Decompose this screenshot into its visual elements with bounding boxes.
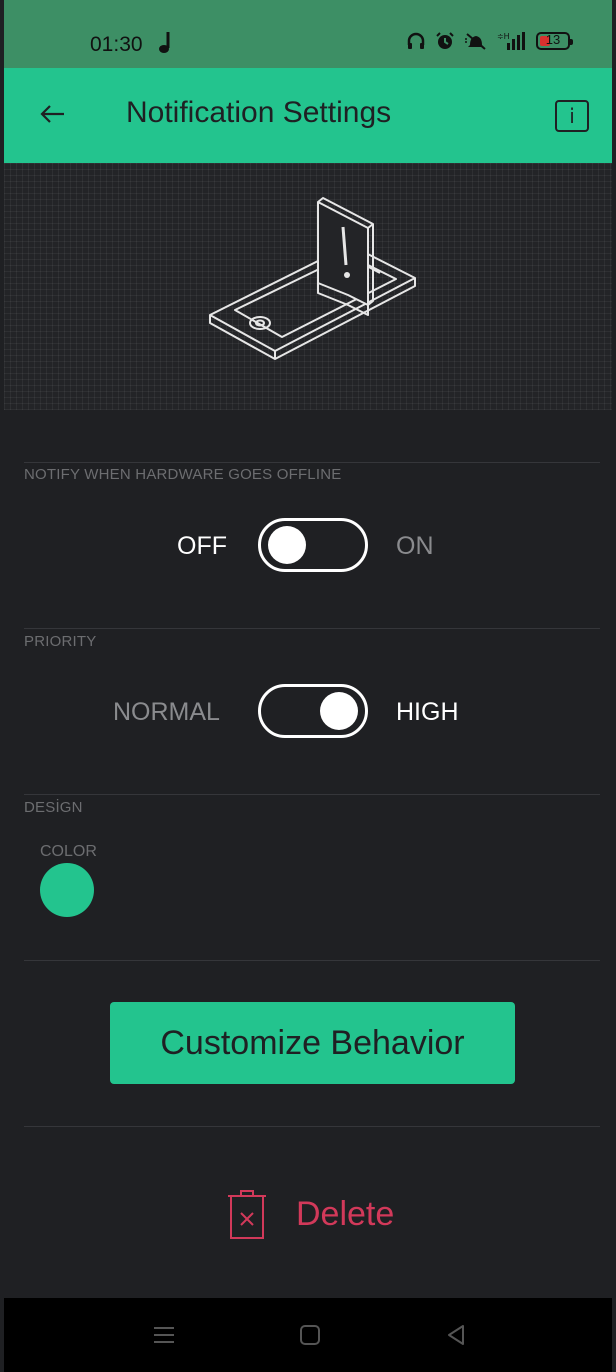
battery-icon: 13 xyxy=(536,32,573,50)
priority-switch-row: NORMAL HIGH xyxy=(4,684,612,744)
on-label: ON xyxy=(396,532,434,560)
delete-label: Delete xyxy=(296,1194,395,1233)
divider xyxy=(24,1126,600,1127)
high-label: HIGH xyxy=(396,698,459,726)
divider xyxy=(24,462,600,463)
battery-level: 13 xyxy=(545,32,561,47)
delete-button[interactable]: Delete xyxy=(226,1186,394,1242)
page-title: Notification Settings xyxy=(126,96,392,129)
customize-behavior-label: Customize Behavior xyxy=(160,1023,465,1062)
divider xyxy=(24,794,600,795)
section-label-offline: NOTIFY WHEN HARDWARE GOES OFFLINE xyxy=(24,466,342,483)
toggle-knob xyxy=(268,526,306,564)
section-label-design: DESİGN xyxy=(24,799,83,816)
home-icon[interactable] xyxy=(298,1323,322,1347)
hero-illustration xyxy=(4,163,612,410)
headphones-icon xyxy=(407,32,425,49)
app-screen: 01:30 ≑H 13 Notification Settings i NOTI… xyxy=(4,0,612,1372)
toggle-knob xyxy=(320,692,358,730)
status-bar: 01:30 ≑H 13 xyxy=(4,0,612,68)
system-nav-bar xyxy=(4,1298,612,1372)
color-label: COLOR xyxy=(40,843,97,860)
divider xyxy=(24,628,600,629)
mute-icon xyxy=(465,33,486,50)
trash-icon xyxy=(228,1190,266,1239)
alarm-icon xyxy=(436,32,454,49)
menu-icon[interactable] xyxy=(152,1323,176,1347)
offline-switch-row: OFF ON xyxy=(4,518,612,578)
divider xyxy=(24,960,600,961)
off-label: OFF xyxy=(177,532,227,560)
music-note-icon xyxy=(159,32,170,53)
status-time: 01:30 xyxy=(90,33,143,56)
status-icons: ≑H 13 xyxy=(406,31,573,51)
section-label-priority: PRIORITY xyxy=(24,633,97,650)
priority-toggle[interactable] xyxy=(258,684,368,738)
color-swatch[interactable] xyxy=(40,863,94,917)
back-icon[interactable] xyxy=(444,1323,468,1347)
svg-text:≑H: ≑H xyxy=(497,32,510,41)
arrow-left-icon[interactable] xyxy=(36,98,68,130)
offline-toggle[interactable] xyxy=(258,518,368,572)
normal-label: NORMAL xyxy=(113,698,220,726)
signal-icon: ≑H xyxy=(497,32,525,50)
info-button[interactable]: i xyxy=(555,100,589,132)
phone-alert-icon xyxy=(209,197,416,360)
info-icon: i xyxy=(569,104,575,128)
app-bar: Notification Settings i xyxy=(4,68,612,163)
customize-behavior-button[interactable]: Customize Behavior xyxy=(110,1002,515,1084)
